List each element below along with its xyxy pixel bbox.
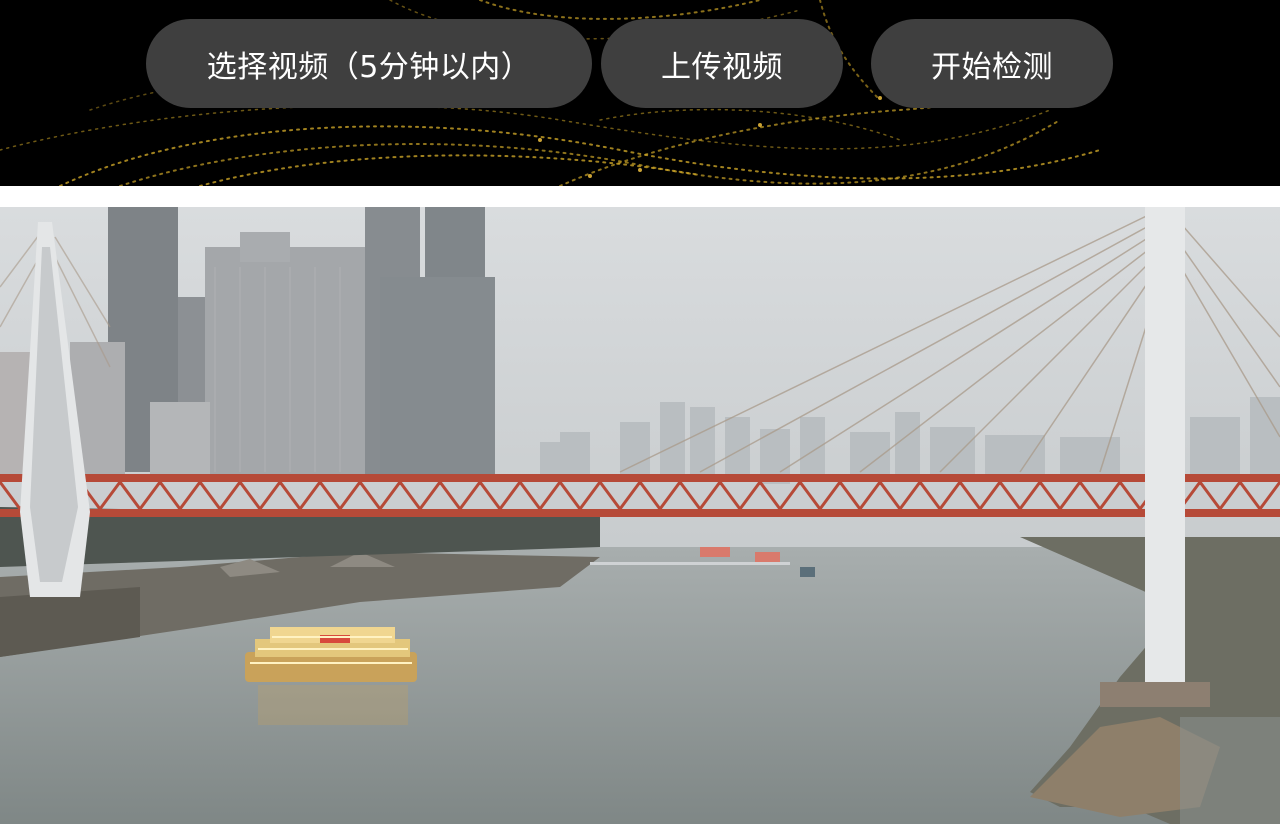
start-detection-button[interactable]: 开始检测 [871, 19, 1113, 108]
video-preview[interactable] [0, 207, 1280, 824]
select-video-button[interactable]: 选择视频（5分钟以内） [146, 19, 592, 108]
header-bar: 选择视频（5分钟以内） 上传视频 开始检测 [0, 0, 1280, 186]
upload-video-label: 上传视频 [661, 49, 783, 85]
video-frame [0, 207, 1280, 824]
upload-video-button[interactable]: 上传视频 [601, 19, 843, 108]
app-root: 选择视频（5分钟以内） 上传视频 开始检测 [0, 0, 1280, 826]
header-divider [0, 186, 1280, 207]
start-detection-label: 开始检测 [931, 49, 1053, 85]
select-video-label: 选择视频（5分钟以内） [206, 49, 532, 85]
